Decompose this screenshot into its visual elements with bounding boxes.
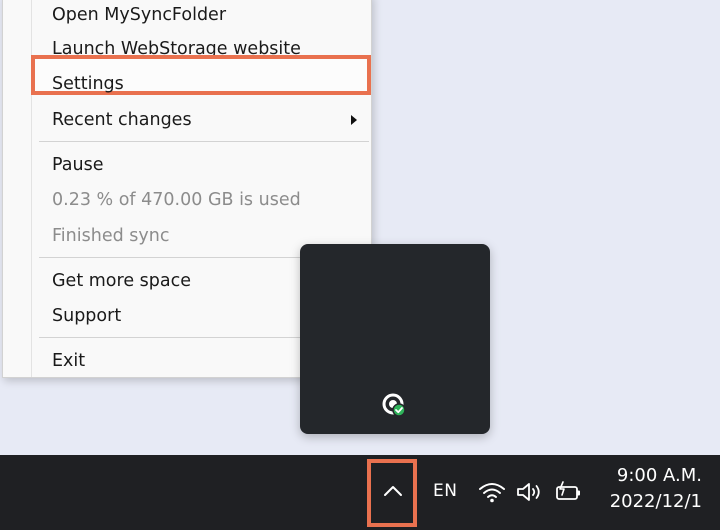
clock-date: 2022/12/1 (609, 491, 702, 512)
menu-item-open-mysyncfolder[interactable]: Open MySyncFolder (52, 5, 226, 25)
menu-item-recent-changes[interactable]: Recent changes (52, 110, 192, 130)
menu-item-get-more-space[interactable]: Get more space (52, 271, 191, 291)
battery-icon[interactable] (554, 480, 584, 504)
clock-time: 9:00 A.M. (616, 465, 702, 486)
volume-icon[interactable] (515, 481, 545, 503)
chevron-up-icon[interactable] (383, 484, 403, 498)
menu-item-sync-status: Finished sync (52, 226, 170, 246)
sync-app-icon[interactable] (381, 392, 407, 418)
menu-separator (39, 141, 369, 142)
wifi-icon[interactable] (478, 481, 506, 503)
menu-item-pause[interactable]: Pause (52, 155, 103, 175)
menu-item-support[interactable]: Support (52, 306, 121, 326)
submenu-arrow-icon (351, 115, 357, 125)
input-language-indicator[interactable]: EN (433, 481, 457, 501)
menu-item-exit[interactable]: Exit (52, 351, 85, 371)
menu-item-settings[interactable]: Settings (52, 74, 124, 94)
menu-item-storage-usage: 0.23 % of 470.00 GB is used (52, 190, 301, 210)
taskbar-clock[interactable]: 9:00 A.M. 2022/12/1 (610, 463, 702, 515)
